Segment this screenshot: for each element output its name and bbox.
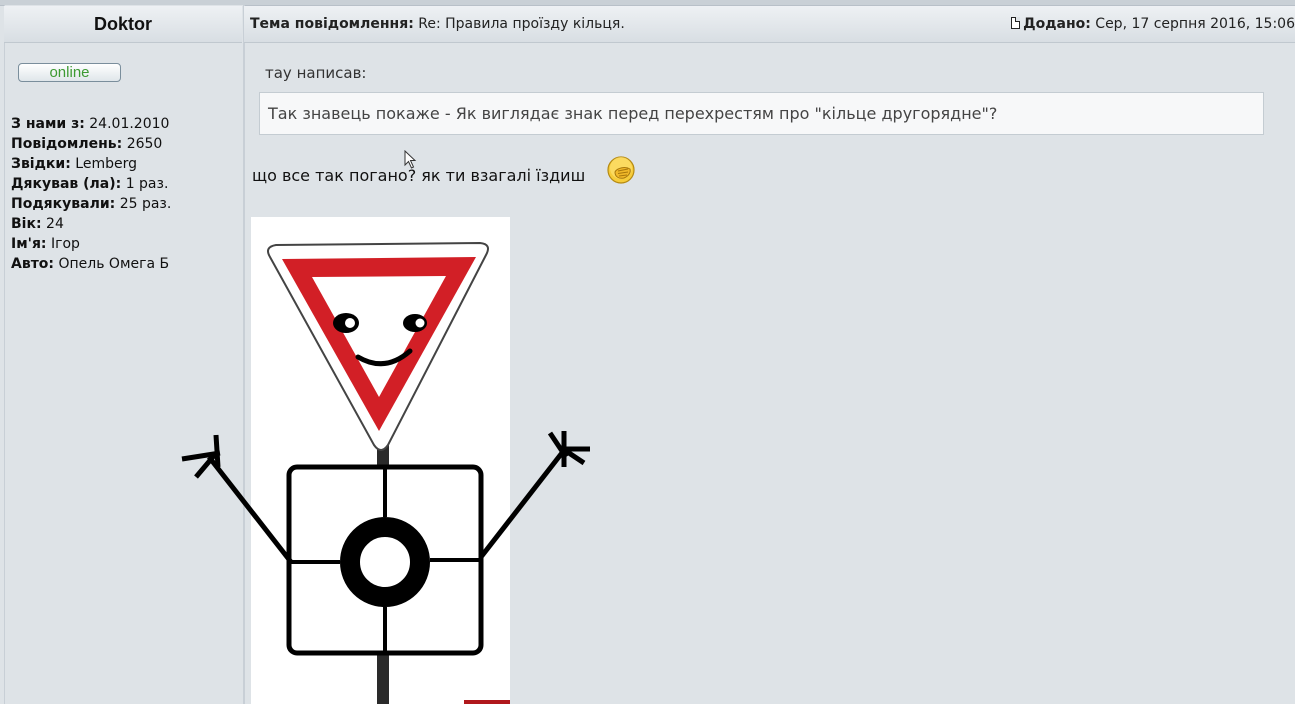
- profile-label: Вік:: [11, 216, 42, 232]
- profile-value: 1 раз.: [125, 176, 169, 192]
- subject-text: Re: Правила проїзду кільця.: [418, 16, 625, 32]
- online-status-badge: online: [18, 63, 121, 82]
- profile-row-car: Авто: Опель Омега Б: [11, 254, 171, 274]
- profile-row-thanked: Дякував (ла): 1 раз.: [11, 174, 171, 194]
- profile-value: Ігор: [50, 236, 80, 252]
- post-subject: Тема повідомлення: Re: Правила проїзду к…: [250, 16, 625, 32]
- profile-row-name: Ім'я: Ігор: [11, 234, 171, 254]
- post-date: Додано: Сер, 17 серпня 2016, 15:06: [1011, 16, 1295, 32]
- profile-value: 2650: [126, 136, 163, 152]
- facepalm-emoji-icon: [607, 156, 635, 184]
- image-corner-mark: [464, 700, 510, 704]
- author-name[interactable]: Doktor: [94, 14, 152, 35]
- profile-label: Авто:: [11, 256, 55, 272]
- forum-post-page: Doktor online З нами з: 24.01.2010 Повід…: [0, 0, 1295, 704]
- subject-label: Тема повідомлення:: [250, 16, 414, 32]
- left-hand: [181, 434, 221, 479]
- profile-value: 24.01.2010: [89, 116, 170, 132]
- profile-row-joined: З нами з: 24.01.2010: [11, 114, 171, 134]
- message-header: Тема повідомлення: Re: Правила проїзду к…: [244, 6, 1295, 43]
- added-value: Сер, 17 серпня 2016, 15:06: [1095, 16, 1295, 32]
- yield-sign-image: [181, 217, 590, 704]
- added-label: Додано:: [1023, 16, 1091, 32]
- profile-label: Повідомлень:: [11, 136, 123, 152]
- author-header: Doktor: [4, 6, 242, 43]
- profile-value: 24: [46, 216, 64, 232]
- profile-row-age: Вік: 24: [11, 214, 171, 234]
- profile-row-posts: Повідомлень: 2650: [11, 134, 171, 154]
- profile-value: Lemberg: [75, 156, 137, 172]
- mouse-cursor-icon: [404, 150, 417, 169]
- profile-label: Подякували:: [11, 196, 116, 212]
- post-icon[interactable]: [1011, 17, 1021, 29]
- profile-label: З нами з:: [11, 116, 85, 132]
- quote-author: тау написав:: [265, 64, 367, 82]
- quote-box: Так знавець покаже - Як виглядає знак пе…: [259, 92, 1264, 135]
- profile-row-location: Звідки: Lemberg: [11, 154, 171, 174]
- profile-value: Опель Омега Б: [58, 256, 170, 272]
- author-profile: З нами з: 24.01.2010 Повідомлень: 2650 З…: [11, 114, 171, 274]
- profile-label: Ім'я:: [11, 236, 47, 252]
- profile-row-received-thanks: Подякували: 25 раз.: [11, 194, 171, 214]
- profile-value: 25 раз.: [119, 196, 172, 212]
- profile-label: Дякував (ла):: [11, 176, 122, 192]
- profile-label: Звідки:: [11, 156, 71, 172]
- reply-text: що все так погано? як ти взагалі їздиш: [252, 166, 586, 185]
